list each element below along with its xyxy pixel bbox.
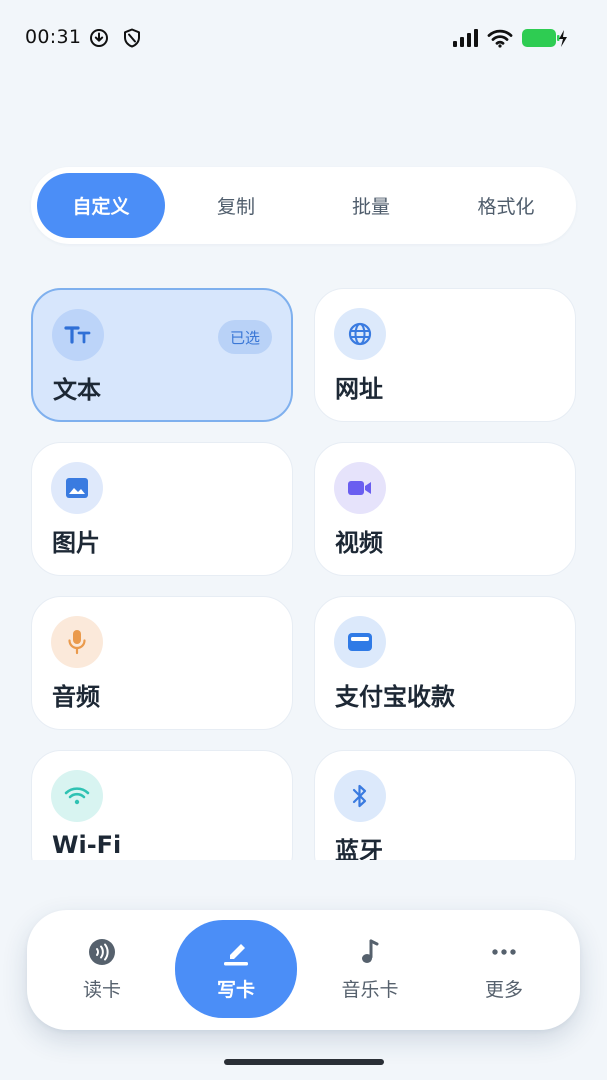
text-size-icon xyxy=(52,309,104,361)
video-icon xyxy=(334,462,386,514)
wifi-icon xyxy=(51,770,103,822)
home-indicator[interactable] xyxy=(224,1059,384,1065)
globe-icon xyxy=(334,308,386,360)
card-video-label: 视频 xyxy=(335,529,383,557)
microphone-icon xyxy=(51,616,103,668)
card-wifi-label: Wi-Fi xyxy=(52,831,122,859)
pencil-write-icon xyxy=(221,937,251,967)
card-audio-label: 音频 xyxy=(52,683,100,711)
nav-write-card[interactable]: 写卡 xyxy=(175,920,297,1018)
nav-music-card[interactable]: 音乐卡 xyxy=(309,920,431,1018)
nfc-read-icon xyxy=(87,937,117,967)
nav-more-label: 更多 xyxy=(484,978,523,1001)
card-image[interactable]: 图片 xyxy=(31,442,293,576)
card-image-label: 图片 xyxy=(52,529,100,557)
nav-more[interactable]: 更多 xyxy=(443,920,565,1018)
record-type-grid: 已选 文本 网址 图片 视频 音频 支付宝收款 Wi-Fi 蓝牙 xyxy=(0,0,607,860)
nav-music-card-label: 音乐卡 xyxy=(341,978,399,1001)
card-text-label: 文本 xyxy=(53,376,101,404)
card-url[interactable]: 网址 xyxy=(314,288,576,422)
card-wifi[interactable]: Wi-Fi xyxy=(31,750,293,860)
card-video[interactable]: 视频 xyxy=(314,442,576,576)
nav-read-card[interactable]: 读卡 xyxy=(41,920,163,1018)
card-url-label: 网址 xyxy=(335,375,383,403)
card-alipay[interactable]: 支付宝收款 xyxy=(314,596,576,730)
nav-write-card-label: 写卡 xyxy=(216,978,255,1001)
card-audio[interactable]: 音频 xyxy=(31,596,293,730)
card-text[interactable]: 已选 文本 xyxy=(31,288,293,422)
selected-badge: 已选 xyxy=(217,320,272,354)
card-bluetooth-label: 蓝牙 xyxy=(335,837,383,860)
card-bluetooth[interactable]: 蓝牙 xyxy=(314,750,576,860)
bluetooth-icon xyxy=(334,770,386,822)
wallet-icon xyxy=(334,616,386,668)
image-icon xyxy=(51,462,103,514)
music-note-icon xyxy=(355,937,385,967)
screen: 00:31 自定义 复制 批量 格式化 已选 文本 网址 图片 视频 音频 支付… xyxy=(0,0,607,1080)
more-dots-icon xyxy=(489,937,519,967)
bottom-navigation: 读卡 写卡 音乐卡 更多 xyxy=(27,910,580,1030)
nav-read-card-label: 读卡 xyxy=(82,978,121,1001)
card-alipay-label: 支付宝收款 xyxy=(335,683,455,711)
